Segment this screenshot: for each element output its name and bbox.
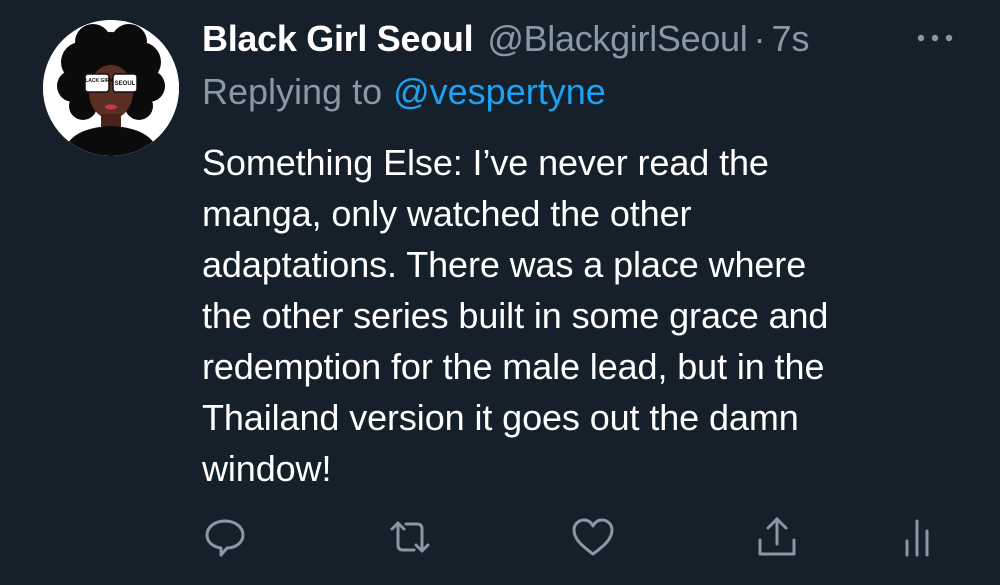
analytics-icon (897, 515, 937, 559)
meta-separator: · (753, 18, 766, 59)
share-button[interactable] (750, 510, 804, 564)
tweet-header: Black Girl Seoul @BlackgirlSeoul · 7s (202, 14, 810, 64)
retweet-icon (386, 515, 434, 559)
more-dots-icon[interactable] (913, 28, 957, 48)
tweet-timestamp[interactable]: 7s (771, 18, 809, 60)
replying-to: Replying to @vespertyne (202, 68, 606, 116)
replying-to-label: Replying to (202, 71, 383, 112)
tweet-actions (0, 510, 1000, 564)
user-handle[interactable]: @BlackgirlSeoul (487, 18, 747, 60)
like-button[interactable] (566, 510, 620, 564)
display-name[interactable]: Black Girl Seoul (202, 18, 474, 60)
reply-to-handle-link[interactable]: @vespertyne (393, 71, 606, 113)
share-icon (755, 514, 799, 560)
reply-button[interactable] (198, 510, 252, 564)
tweet[interactable]: BLACK GIRL SEOUL Black Girl Seoul @Black… (0, 0, 1000, 585)
analytics-button[interactable] (890, 510, 944, 564)
avatar[interactable]: BLACK GIRL SEOUL (43, 20, 179, 156)
reply-icon (203, 515, 247, 559)
heart-icon (570, 515, 616, 559)
retweet-button[interactable] (383, 510, 437, 564)
tweet-text: Something Else: I’ve never read the mang… (202, 142, 829, 489)
avatar-glasses-text-left: BLACK GIRL (82, 78, 113, 84)
avatar-glasses-text-right: SEOUL (115, 81, 136, 87)
